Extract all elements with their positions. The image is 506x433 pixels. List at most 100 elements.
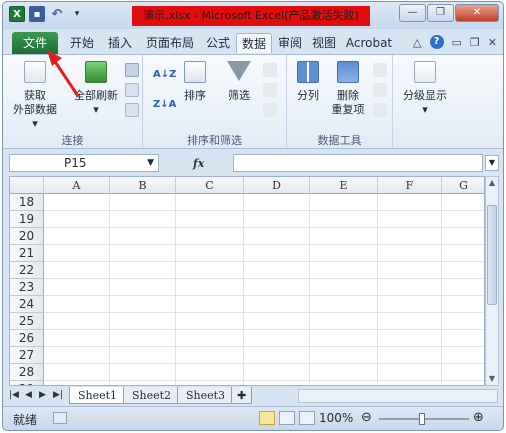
- sheet-tab-sheet3[interactable]: Sheet3: [177, 387, 235, 404]
- cell-a26[interactable]: [44, 330, 110, 347]
- cell-g29[interactable]: [442, 381, 484, 385]
- tab-home[interactable]: 开始: [67, 33, 97, 53]
- cell-f28[interactable]: [378, 364, 442, 381]
- doc-minimize-icon[interactable]: ▭: [452, 36, 462, 49]
- row-header-24[interactable]: 24: [10, 296, 44, 313]
- sort-button[interactable]: 排序: [177, 61, 213, 103]
- zoom-slider-knob[interactable]: [419, 413, 425, 425]
- tab-formulas[interactable]: 公式: [203, 33, 233, 53]
- cell-b27[interactable]: [110, 347, 176, 364]
- cell-e19[interactable]: [310, 211, 378, 228]
- insert-sheet-icon[interactable]: ✚: [231, 387, 253, 404]
- cell-a27[interactable]: [44, 347, 110, 364]
- cell-b21[interactable]: [110, 245, 176, 262]
- cell-a21[interactable]: [44, 245, 110, 262]
- vertical-scroll-thumb[interactable]: [487, 205, 497, 305]
- cell-f20[interactable]: [378, 228, 442, 245]
- cell-e27[interactable]: [310, 347, 378, 364]
- cell-b23[interactable]: [110, 279, 176, 296]
- prev-sheet-icon[interactable]: ◀: [25, 390, 32, 400]
- row-header-21[interactable]: 21: [10, 245, 44, 262]
- cell-e20[interactable]: [310, 228, 378, 245]
- row-header-28[interactable]: 28: [10, 364, 44, 381]
- sheet-tab-sheet2[interactable]: Sheet2: [123, 387, 181, 404]
- cell-g24[interactable]: [442, 296, 484, 313]
- cell-e23[interactable]: [310, 279, 378, 296]
- cell-c25[interactable]: [176, 313, 244, 330]
- row-header-23[interactable]: 23: [10, 279, 44, 296]
- row-header-18[interactable]: 18: [10, 194, 44, 211]
- outline-button[interactable]: 分级显示 ▾: [399, 61, 451, 117]
- name-box[interactable]: P15 ▼: [9, 154, 159, 172]
- doc-close-icon[interactable]: ✕: [488, 36, 497, 49]
- row-header-26[interactable]: 26: [10, 330, 44, 347]
- cell-b25[interactable]: [110, 313, 176, 330]
- data-validation-icon[interactable]: [373, 63, 387, 77]
- tab-acrobat[interactable]: Acrobat: [345, 33, 393, 53]
- cell-b29[interactable]: [110, 381, 176, 385]
- customize-qat-icon[interactable]: ▾: [69, 6, 85, 22]
- normal-view-icon[interactable]: [259, 411, 275, 425]
- last-sheet-icon[interactable]: ▶|: [53, 390, 63, 400]
- cell-a19[interactable]: [44, 211, 110, 228]
- select-all-corner[interactable]: [10, 177, 44, 194]
- consolidate-icon[interactable]: [373, 83, 387, 97]
- cell-e18[interactable]: [310, 194, 378, 211]
- column-header-g[interactable]: G: [442, 177, 484, 194]
- cell-b22[interactable]: [110, 262, 176, 279]
- cell-f26[interactable]: [378, 330, 442, 347]
- column-header-b[interactable]: B: [110, 177, 176, 194]
- column-header-d[interactable]: D: [244, 177, 310, 194]
- column-header-e[interactable]: E: [310, 177, 378, 194]
- what-if-icon[interactable]: [373, 103, 387, 117]
- cell-g28[interactable]: [442, 364, 484, 381]
- cell-e21[interactable]: [310, 245, 378, 262]
- reapply-icon[interactable]: [263, 83, 277, 97]
- cell-f24[interactable]: [378, 296, 442, 313]
- undo-icon[interactable]: ↶: [49, 6, 65, 22]
- cell-d24[interactable]: [244, 296, 310, 313]
- vertical-scrollbar[interactable]: ▲ ▼: [485, 176, 499, 386]
- refresh-all-button[interactable]: 全部刷新 ▾: [69, 61, 123, 117]
- cell-g27[interactable]: [442, 347, 484, 364]
- connections-icon[interactable]: [125, 63, 139, 77]
- macro-record-icon[interactable]: [53, 412, 67, 424]
- cell-e28[interactable]: [310, 364, 378, 381]
- cell-a24[interactable]: [44, 296, 110, 313]
- cell-d20[interactable]: [244, 228, 310, 245]
- zoom-out-icon[interactable]: ⊖: [361, 410, 372, 425]
- cell-g26[interactable]: [442, 330, 484, 347]
- save-icon[interactable]: ▪: [29, 6, 45, 22]
- cell-d18[interactable]: [244, 194, 310, 211]
- row-header-20[interactable]: 20: [10, 228, 44, 245]
- row-header-29[interactable]: 29: [10, 381, 44, 385]
- get-external-data-button[interactable]: 获取 外部数据 ▾: [9, 61, 61, 131]
- zoom-level[interactable]: 100%: [319, 411, 353, 425]
- cell-c23[interactable]: [176, 279, 244, 296]
- cell-f25[interactable]: [378, 313, 442, 330]
- row-header-22[interactable]: 22: [10, 262, 44, 279]
- cell-c21[interactable]: [176, 245, 244, 262]
- cell-c20[interactable]: [176, 228, 244, 245]
- cell-c26[interactable]: [176, 330, 244, 347]
- sort-descending-icon[interactable]: Z↓A: [153, 99, 176, 110]
- cell-a28[interactable]: [44, 364, 110, 381]
- cell-c29[interactable]: [176, 381, 244, 385]
- help-icon[interactable]: ?: [429, 35, 444, 49]
- cell-c28[interactable]: [176, 364, 244, 381]
- scroll-down-icon[interactable]: ▼: [486, 373, 498, 385]
- cell-d25[interactable]: [244, 313, 310, 330]
- cell-b20[interactable]: [110, 228, 176, 245]
- horizontal-scrollbar[interactable]: [298, 389, 498, 403]
- next-sheet-icon[interactable]: ▶: [39, 390, 46, 400]
- first-sheet-icon[interactable]: |◀: [9, 390, 19, 400]
- zoom-slider[interactable]: [379, 413, 469, 425]
- cell-g20[interactable]: [442, 228, 484, 245]
- scroll-up-icon[interactable]: ▲: [486, 177, 498, 189]
- row-header-19[interactable]: 19: [10, 211, 44, 228]
- cell-d22[interactable]: [244, 262, 310, 279]
- cell-g22[interactable]: [442, 262, 484, 279]
- cell-e29[interactable]: [310, 381, 378, 385]
- column-header-a[interactable]: A: [44, 177, 110, 194]
- text-to-columns-button[interactable]: 分列: [291, 61, 325, 103]
